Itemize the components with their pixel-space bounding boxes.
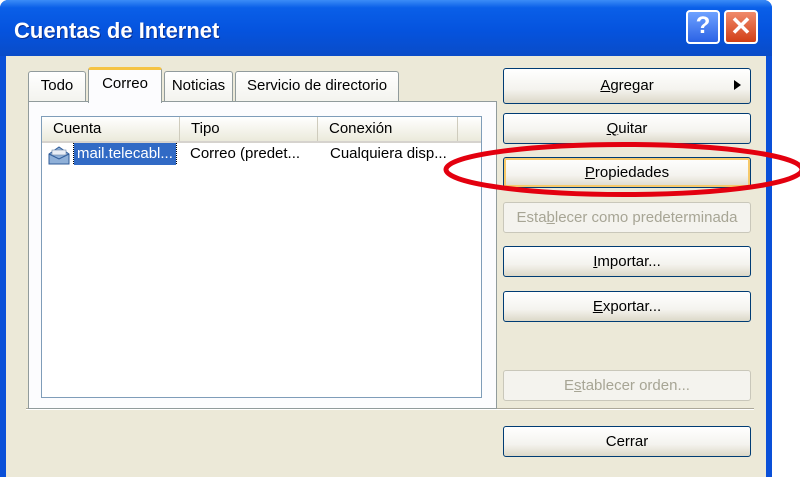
submenu-arrow-icon	[734, 80, 741, 90]
column-header-cuenta[interactable]: Cuenta	[42, 117, 180, 141]
propiedades-accesskey: P	[584, 164, 595, 181]
predeterminada-label-pre: Esta	[516, 209, 547, 226]
agregar-accesskey: A	[600, 77, 611, 94]
help-button[interactable]: ?	[686, 10, 720, 44]
quitar-button[interactable]: Quitar	[503, 113, 751, 144]
importar-button[interactable]: Importar...	[503, 246, 751, 277]
exportar-label-post: xportar...	[602, 298, 662, 315]
close-button[interactable]: ✕	[724, 10, 758, 44]
title-bar[interactable]: Cuentas de Internet ? ✕	[0, 0, 772, 56]
orden-accesskey: s	[574, 377, 582, 394]
mail-account-icon	[48, 146, 70, 165]
table-row[interactable]: mail.telecabl... Correo (predet... Cualq…	[42, 143, 481, 167]
tab-servicio-directorio[interactable]: Servicio de directorio	[235, 71, 399, 102]
cell-conexion: Cualquiera disp...	[330, 145, 447, 162]
orden-label-pre: E	[564, 377, 575, 394]
propiedades-button[interactable]: Propiedades	[503, 157, 751, 188]
internet-accounts-window: Cuentas de Internet ? ✕ Todo Correo Noti…	[0, 0, 772, 477]
dialog-body: Todo Correo Noticias Servicio de directo…	[6, 56, 766, 477]
cerrar-button[interactable]: Cerrar	[503, 426, 751, 457]
quitar-label-post: uitar	[618, 120, 648, 137]
list-header: Cuenta Tipo Conexión	[42, 117, 481, 143]
accounts-list[interactable]: Cuenta Tipo Conexión mail.telecabl... Co…	[41, 116, 482, 398]
predeterminada-label-post: lecer como predeterminada	[554, 209, 738, 226]
tab-correo[interactable]: Correo	[88, 67, 162, 103]
tab-panel: Cuenta Tipo Conexión mail.telecabl... Co…	[28, 101, 497, 409]
exportar-accesskey: E	[592, 298, 603, 315]
agregar-label-post: gregar	[610, 77, 654, 94]
column-header-conexion[interactable]: Conexión	[318, 117, 458, 141]
account-name: mail.telecabl...	[73, 143, 177, 165]
importar-label-post: mportar...	[597, 253, 661, 270]
agregar-button[interactable]: Agregar	[503, 68, 751, 104]
establecer-orden-button[interactable]: Establecer orden...	[503, 370, 751, 401]
quitar-accesskey: Q	[606, 120, 619, 137]
propiedades-label-post: ropiedades	[594, 164, 670, 181]
exportar-button[interactable]: Exportar...	[503, 291, 751, 322]
cell-cuenta: mail.telecabl...	[46, 143, 181, 165]
help-icon: ?	[695, 12, 711, 39]
close-icon: ✕	[730, 11, 752, 41]
column-header-tipo[interactable]: Tipo	[180, 117, 318, 141]
tab-todo[interactable]: Todo	[28, 71, 86, 102]
establecer-predeterminada-button[interactable]: Establecer como predeterminada	[503, 202, 751, 233]
tab-noticias[interactable]: Noticias	[164, 71, 233, 102]
window-title: Cuentas de Internet	[14, 18, 220, 43]
orden-label-post: tablecer orden...	[581, 377, 690, 394]
cell-tipo: Correo (predet...	[190, 145, 301, 162]
predeterminada-accesskey: b	[546, 209, 555, 226]
